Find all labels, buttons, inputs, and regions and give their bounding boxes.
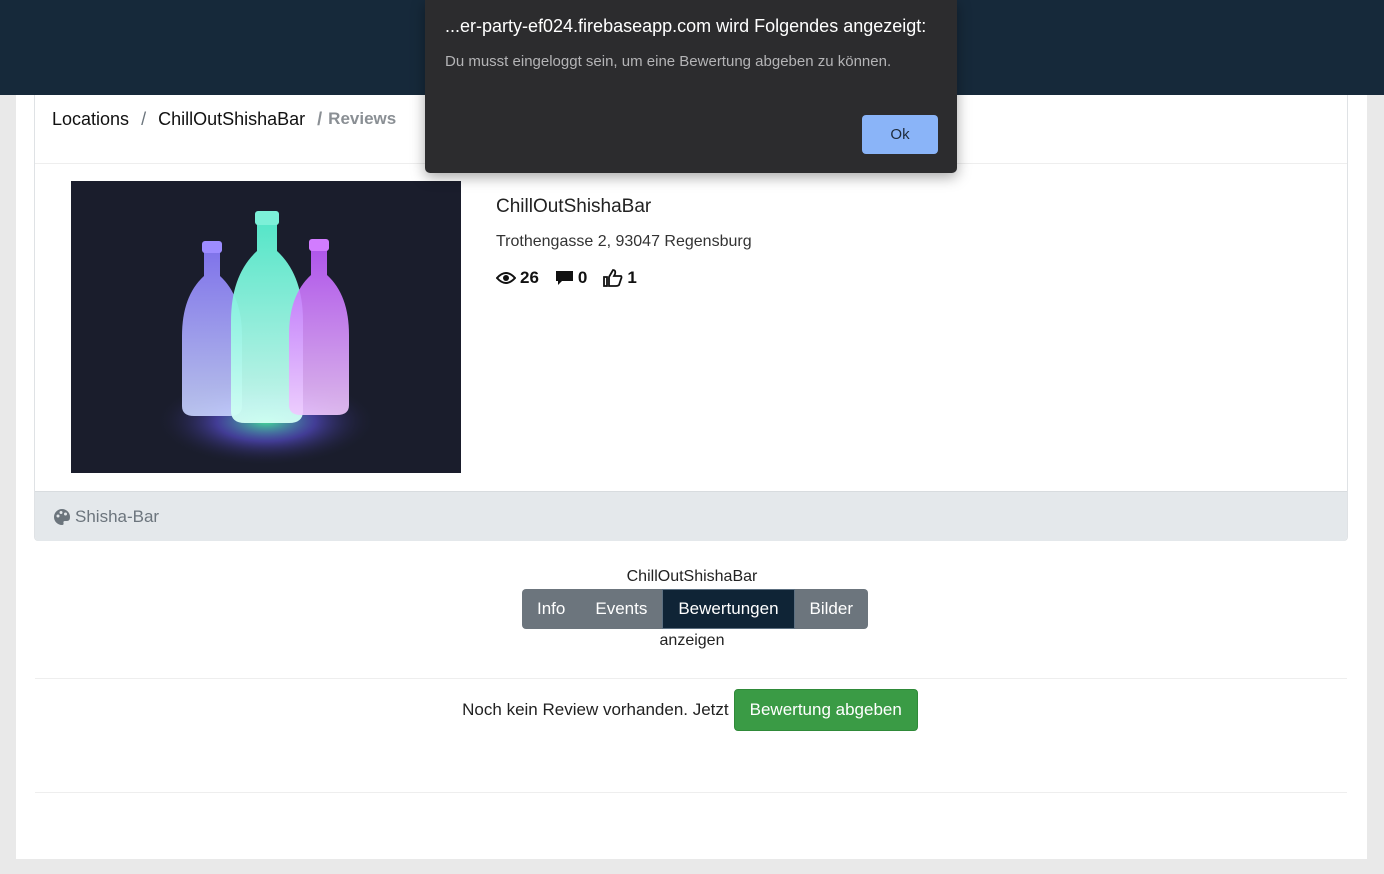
reviews-empty-row: Noch kein Review vorhanden. Jetzt Bewert… <box>0 689 1384 731</box>
location-image <box>71 181 461 473</box>
alert-dialog: ...er-party-ef024.firebaseapp.com wird F… <box>425 0 957 173</box>
location-address: Trothengasse 2, 93047 Regensburg <box>496 233 752 250</box>
views-stat: 26 <box>496 268 539 288</box>
category-label: Shisha-Bar <box>75 506 160 526</box>
breadcrumb: Locations / ChillOutShishaBar / Reviews <box>52 107 396 131</box>
dialog-title: ...er-party-ef024.firebaseapp.com wird F… <box>445 16 927 36</box>
tabs-caption-top: ChillOutShishaBar <box>626 568 758 585</box>
breadcrumb-separator: / <box>141 108 147 129</box>
submit-review-button[interactable]: Bewertung abgeben <box>733 689 918 731</box>
breadcrumb-current: Reviews <box>328 109 397 128</box>
category-tag: Shisha-Bar <box>53 507 159 527</box>
tab-bewertungen[interactable]: Bewertungen <box>662 589 795 629</box>
tab-bilder[interactable]: Bilder <box>794 589 868 629</box>
breadcrumb-locations[interactable]: Locations <box>52 109 129 130</box>
tab-info[interactable]: Info <box>522 589 581 629</box>
breadcrumb-location[interactable]: ChillOutShishaBar <box>158 109 305 130</box>
comments-stat: 0 <box>555 268 587 288</box>
location-tabs: Info Events Bewertungen Bilder <box>522 589 868 629</box>
no-review-text: Noch kein Review vorhanden. Jetzt <box>462 700 729 719</box>
category-footer: Shisha-Bar <box>35 491 1347 541</box>
location-stats: 26 0 1 <box>496 268 653 288</box>
thumbs-up-icon <box>603 269 623 287</box>
comment-icon <box>555 271 573 285</box>
comments-count: 0 <box>577 268 588 287</box>
location-name: ChillOutShishaBar <box>496 196 652 217</box>
palette-icon <box>54 508 70 525</box>
breadcrumb-separator: / <box>317 108 323 129</box>
dialog-message: Du musst eingeloggt sein, um eine Bewert… <box>445 53 892 70</box>
likes-count: 1 <box>627 268 637 287</box>
likes-stat: 1 <box>603 268 637 288</box>
dialog-ok-button[interactable]: Ok <box>862 115 938 154</box>
tabs-caption-bottom: anzeigen <box>659 632 725 649</box>
eye-icon <box>496 272 516 284</box>
views-count: 26 <box>520 268 539 287</box>
tab-events[interactable]: Events <box>580 589 663 629</box>
